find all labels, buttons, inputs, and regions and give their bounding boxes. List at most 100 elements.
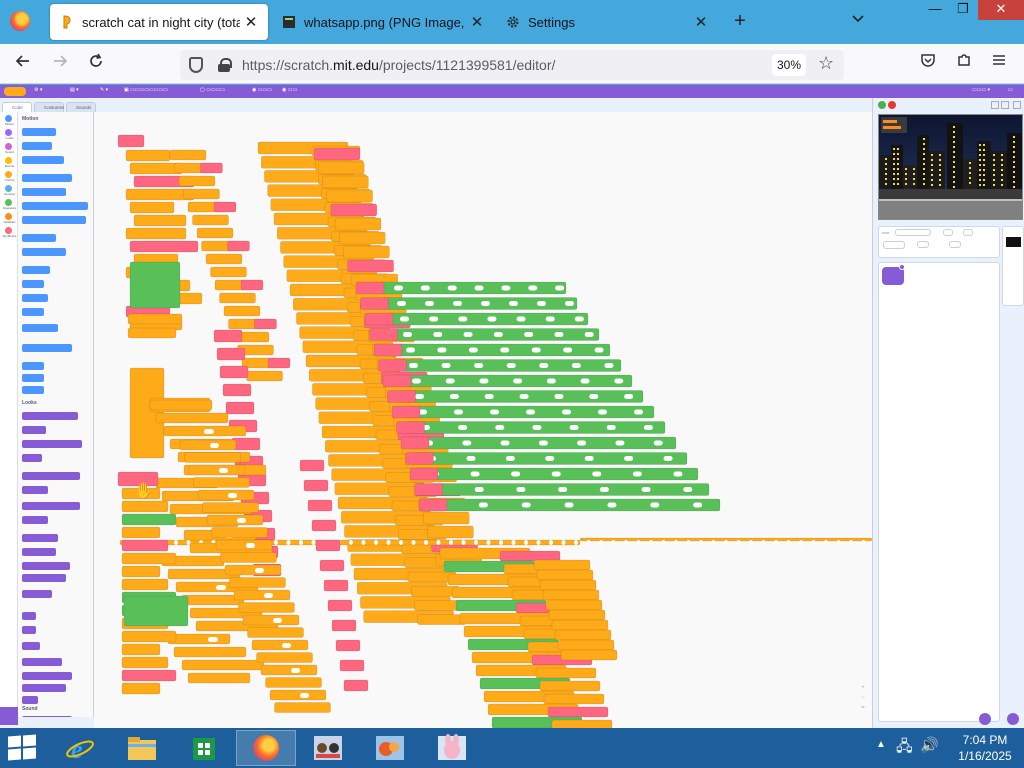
block-input[interactable] bbox=[394, 285, 403, 291]
block-input[interactable] bbox=[632, 471, 642, 477]
code-block[interactable] bbox=[355, 281, 385, 295]
pocket-icon[interactable] bbox=[917, 52, 939, 74]
block-input[interactable] bbox=[513, 378, 523, 384]
palette-block[interactable] bbox=[22, 590, 52, 598]
add-backdrop-button[interactable] bbox=[1007, 713, 1019, 725]
scratch-logo[interactable] bbox=[4, 87, 26, 96]
taskbar-clock[interactable]: 7:04 PM 1/16/2025 bbox=[950, 732, 1020, 764]
palette-block[interactable] bbox=[22, 362, 44, 370]
zoom-level-button[interactable]: 30% bbox=[772, 54, 806, 76]
block-input[interactable] bbox=[264, 593, 273, 598]
code-block[interactable] bbox=[330, 203, 378, 217]
project-title-field[interactable]: ▣ ▭▭▭▭▭▭▭▭ bbox=[124, 87, 168, 93]
block-input[interactable] bbox=[499, 540, 503, 545]
custom-block[interactable] bbox=[311, 519, 337, 532]
block-input[interactable] bbox=[511, 471, 521, 477]
new-tab-button[interactable]: + bbox=[728, 10, 752, 34]
palette-block[interactable] bbox=[22, 426, 46, 434]
block-input[interactable] bbox=[524, 332, 534, 337]
custom-block[interactable] bbox=[225, 401, 255, 415]
hamburger-menu-icon[interactable] bbox=[988, 52, 1010, 74]
code-block[interactable] bbox=[499, 550, 561, 562]
block-input[interactable] bbox=[454, 409, 463, 415]
code-block[interactable] bbox=[121, 656, 169, 669]
block-input[interactable] bbox=[537, 301, 546, 306]
category-operators-button[interactable] bbox=[5, 199, 12, 206]
my-stuff-icon[interactable]: ▭ bbox=[1008, 87, 1013, 93]
zoom-out-button[interactable]: − bbox=[856, 695, 870, 705]
code-block[interactable] bbox=[197, 489, 255, 501]
palette-block[interactable] bbox=[22, 202, 88, 210]
code-block[interactable] bbox=[313, 147, 361, 161]
category-variables-button[interactable] bbox=[5, 213, 12, 220]
code-block[interactable] bbox=[247, 627, 304, 638]
block-input[interactable] bbox=[299, 540, 303, 545]
code-block[interactable] bbox=[133, 214, 187, 227]
block-input[interactable] bbox=[545, 456, 555, 461]
block-input[interactable] bbox=[539, 363, 549, 368]
palette-block[interactable] bbox=[22, 642, 40, 650]
code-block[interactable] bbox=[560, 649, 618, 661]
restore-button[interactable]: ❐ bbox=[948, 0, 978, 20]
block-input[interactable] bbox=[449, 540, 453, 545]
code-block[interactable] bbox=[183, 188, 220, 200]
code-block[interactable] bbox=[265, 677, 322, 688]
block-input[interactable] bbox=[501, 285, 511, 291]
block-input[interactable] bbox=[545, 316, 555, 322]
custom-block[interactable] bbox=[319, 559, 345, 572]
debug-button[interactable]: ◉ ▭▭ bbox=[282, 87, 297, 93]
palette-block[interactable] bbox=[22, 308, 44, 316]
block-input[interactable] bbox=[425, 301, 434, 306]
code-block[interactable] bbox=[260, 664, 318, 676]
block-input[interactable] bbox=[208, 637, 218, 642]
code-block[interactable] bbox=[121, 630, 177, 643]
block-input[interactable] bbox=[799, 540, 803, 545]
tracking-protection-shield-icon[interactable] bbox=[189, 57, 203, 73]
block-input[interactable] bbox=[749, 540, 753, 545]
code-block[interactable] bbox=[334, 217, 382, 231]
code-block[interactable] bbox=[202, 502, 259, 513]
block-input[interactable] bbox=[594, 347, 604, 353]
code-block[interactable] bbox=[219, 292, 256, 304]
block-input[interactable] bbox=[589, 394, 599, 399]
code-block[interactable] bbox=[533, 559, 591, 571]
small-stage-button[interactable] bbox=[991, 101, 999, 109]
block-input[interactable] bbox=[607, 502, 617, 508]
account-menu[interactable]: ▭▭▭ ▾ bbox=[972, 87, 990, 93]
block-input[interactable] bbox=[433, 332, 443, 337]
block-input[interactable] bbox=[424, 540, 428, 545]
block-input[interactable] bbox=[493, 332, 503, 337]
code-block[interactable] bbox=[121, 565, 161, 578]
code-block[interactable] bbox=[274, 702, 331, 713]
palette-block[interactable] bbox=[22, 696, 38, 704]
block-input[interactable] bbox=[649, 540, 653, 545]
category-motion-button[interactable] bbox=[5, 115, 12, 122]
code-block[interactable] bbox=[551, 619, 609, 631]
code-block[interactable] bbox=[422, 511, 470, 525]
block-input[interactable] bbox=[693, 502, 703, 508]
code-block[interactable] bbox=[129, 162, 183, 175]
block-input[interactable] bbox=[453, 301, 462, 306]
block-input[interactable] bbox=[406, 347, 415, 353]
category-looks-button[interactable] bbox=[5, 129, 12, 136]
custom-block[interactable] bbox=[339, 659, 365, 672]
forward-arrow-icon[interactable] bbox=[48, 52, 72, 76]
custom-block[interactable] bbox=[327, 599, 353, 612]
block-input[interactable] bbox=[524, 540, 528, 545]
block-input[interactable] bbox=[636, 540, 641, 545]
url-text[interactable]: https://scratch.mit.edu/projects/1121399… bbox=[242, 57, 555, 73]
block-input[interactable] bbox=[311, 540, 316, 545]
code-block[interactable] bbox=[169, 149, 207, 161]
block-input[interactable] bbox=[374, 540, 378, 545]
code-block[interactable] bbox=[127, 327, 177, 339]
taskbar-app-icon[interactable] bbox=[298, 730, 358, 766]
block-input[interactable] bbox=[811, 540, 816, 545]
block-input[interactable] bbox=[415, 394, 424, 399]
list-all-tabs-chevron-down-icon[interactable] bbox=[848, 12, 868, 32]
code-block[interactable] bbox=[179, 439, 237, 451]
palette-block[interactable] bbox=[22, 534, 58, 542]
block-input[interactable] bbox=[255, 568, 264, 573]
close-tab-icon[interactable]: ✕ bbox=[466, 13, 488, 31]
block-input[interactable] bbox=[282, 643, 291, 648]
block-input[interactable] bbox=[429, 316, 439, 322]
